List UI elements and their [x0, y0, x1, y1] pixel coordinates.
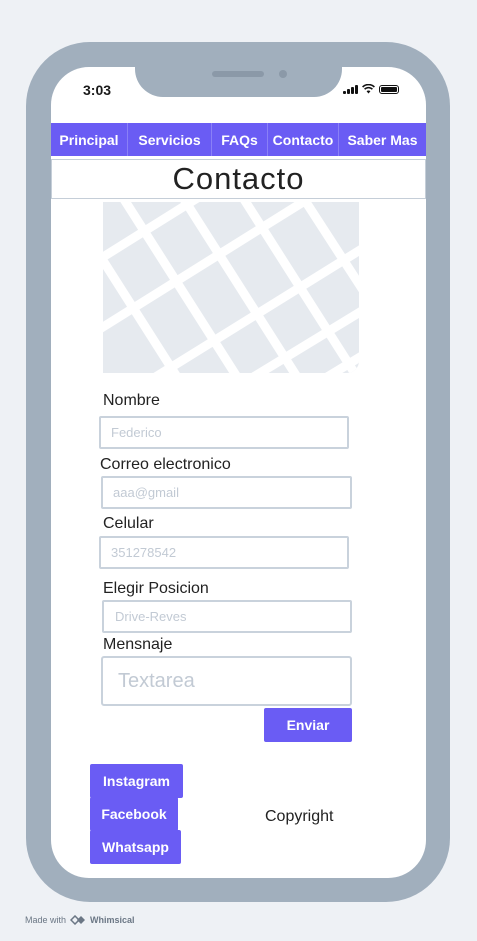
nav-item-saber-mas[interactable]: Saber Mas [339, 123, 426, 156]
canvas: 3:03 Principal Servicios FAQs Contacto S… [0, 0, 477, 941]
signal-icon [343, 84, 358, 94]
whatsapp-button[interactable]: Whatsapp [90, 830, 181, 864]
main-nav: Principal Servicios FAQs Contacto Saber … [51, 123, 426, 156]
page-title: Contacto [172, 161, 305, 196]
wifi-icon [362, 84, 375, 94]
nav-item-contacto[interactable]: Contacto [268, 123, 339, 156]
page-title-box: Contacto [51, 159, 426, 199]
speaker-icon [212, 71, 264, 77]
watermark-prefix: Made with [25, 915, 67, 925]
submit-button[interactable]: Enviar [264, 708, 352, 742]
nav-item-principal[interactable]: Principal [51, 123, 128, 156]
message-textarea[interactable]: Textarea [101, 656, 352, 706]
message-label: Mensnaje [103, 636, 173, 653]
map-icon [103, 202, 359, 373]
whimsical-logo-icon [70, 915, 86, 925]
phone-field[interactable]: 351278542 [99, 536, 349, 569]
phone-label: Celular [103, 515, 154, 532]
instagram-button[interactable]: Instagram [90, 764, 183, 798]
watermark-brand: Whimsical [90, 915, 135, 925]
name-field[interactable]: Federico [99, 416, 349, 449]
email-field[interactable]: aaa@gmail [101, 476, 352, 509]
name-label: Nombre [103, 392, 160, 409]
facebook-button[interactable]: Facebook [90, 797, 178, 831]
status-time: 3:03 [83, 82, 112, 98]
nav-item-faqs[interactable]: FAQs [212, 123, 268, 156]
position-label: Elegir Posicion [103, 580, 209, 597]
map-placeholder[interactable] [103, 202, 359, 373]
email-label: Correo electronico [100, 456, 231, 473]
status-icons [343, 84, 399, 94]
camera-icon [279, 70, 287, 78]
battery-icon [379, 84, 399, 94]
watermark[interactable]: Made with Whimsical [25, 915, 135, 925]
copyright-text: Copyright [265, 808, 334, 825]
phone-notch [135, 63, 342, 97]
nav-item-servicios[interactable]: Servicios [128, 123, 212, 156]
position-select[interactable]: Drive-Reves [102, 600, 352, 633]
